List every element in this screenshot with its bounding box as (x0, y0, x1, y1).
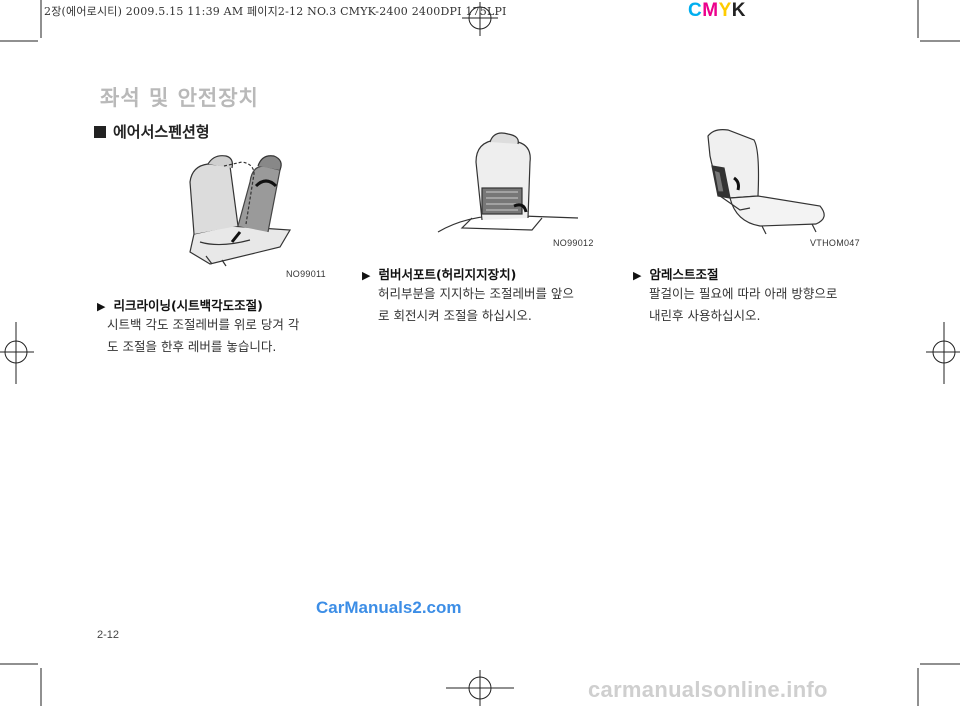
lumbar-title: ▶ 럼버서포트(허리지지장치) (362, 264, 516, 283)
triangle-bullet-icon: ▶ (97, 300, 106, 313)
cmyk-m: M (702, 0, 719, 21)
lumbar-line-1: 허리부분을 지지하는 조절레버를 앞으 (378, 286, 574, 301)
armrest-body: 팔걸이는 필요에 따라 아래 방향으로 내린후 사용하십시오. (649, 283, 837, 327)
recline-seat-illustration (189, 155, 292, 267)
triangle-bullet-icon: ▶ (633, 269, 642, 282)
cmyk-k: K (731, 0, 746, 21)
recline-body: 시트백 각도 조절레버를 위로 당겨 각 도 조절을 한후 레버를 놓습니다. (107, 314, 299, 358)
armrest-seat-illustration (707, 129, 825, 235)
image-code-3: VTHOM047 (810, 238, 860, 248)
armrest-title: ▶ 암레스트조절 (633, 264, 718, 283)
triangle-bullet-icon: ▶ (362, 269, 371, 282)
subsection-heading: 에어서스펜션형 (94, 121, 210, 142)
recline-line-2: 도 조절을 한후 레버를 놓습니다. (107, 339, 277, 354)
lumbar-body: 허리부분을 지지하는 조절레버를 앞으 로 회전시켜 조절을 하십시오. (378, 283, 574, 327)
armrest-line-2: 내린후 사용하십시오. (649, 308, 761, 323)
print-info-header: 2장(에어로시티) 2009.5.15 11:39 AM 페이지2-12 NO.… (44, 5, 507, 18)
square-bullet-icon (94, 126, 106, 138)
watermark: carmanualsonline.info (588, 677, 828, 702)
cmyk-y: Y (718, 0, 732, 21)
recline-line-1: 시트백 각도 조절레버를 위로 당겨 각 (107, 317, 300, 332)
recline-title-text: 리크라이닝(시트백각도조절) (113, 298, 263, 313)
armrest-line-1: 팔걸이는 필요에 따라 아래 방향으로 (649, 286, 838, 301)
image-code-2: NO99012 (553, 238, 594, 248)
cmyk-c: C (688, 0, 703, 21)
page-number: 2-12 (97, 629, 120, 641)
lumbar-seat-illustration (437, 132, 579, 233)
armrest-title-text: 암레스트조절 (649, 267, 719, 282)
recline-title: ▶ 리크라이닝(시트백각도조절) (97, 295, 263, 314)
section-title: 좌석 및 안전장치 (100, 86, 259, 110)
subsection-title: 에어서스펜션형 (113, 123, 210, 141)
cmyk-marker: CMYK (688, 0, 746, 22)
lumbar-title-text: 럼버서포트(허리지지장치) (378, 267, 517, 282)
lumbar-line-2: 로 회전시켜 조절을 하십시오. (378, 308, 532, 323)
image-code-1: NO99011 (286, 269, 326, 279)
brand-link[interactable]: CarManuals2.com (316, 598, 462, 618)
